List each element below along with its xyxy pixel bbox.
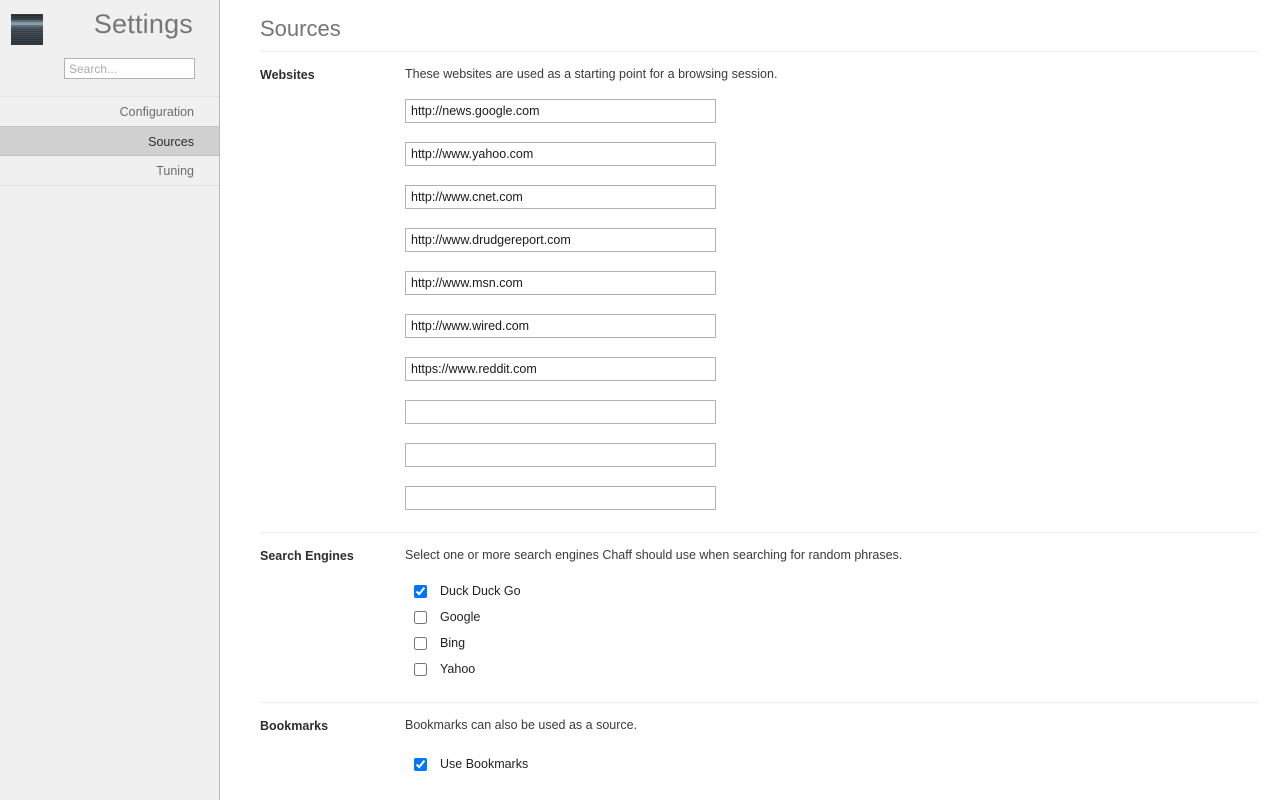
website-url-input-2[interactable]: [405, 142, 716, 166]
search-engine-checkbox-duckduckgo[interactable]: [414, 584, 427, 598]
sidebar-item-tuning[interactable]: Tuning: [0, 156, 219, 186]
bookmark-option-use-bookmarks[interactable]: Use Bookmarks: [405, 751, 1258, 777]
section-label-search-engines: Search Engines: [260, 549, 354, 563]
search-engine-option-google[interactable]: Google: [405, 604, 1258, 630]
app-thumbnail-icon: [11, 14, 43, 45]
sidebar: Settings Configuration Sources Tuning: [0, 0, 220, 800]
section-body-search-engines: Select one or more search engines Chaff …: [405, 544, 1258, 682]
sidebar-item-configuration[interactable]: Configuration: [0, 97, 219, 127]
sidebar-header: Settings: [0, 0, 219, 50]
search-engine-checkbox-yahoo[interactable]: [414, 662, 427, 676]
sidebar-item-label: Configuration: [119, 105, 194, 119]
search-input[interactable]: [64, 58, 195, 79]
website-url-input-7[interactable]: [405, 357, 716, 381]
sidebar-item-sources[interactable]: Sources: [0, 126, 219, 156]
bookmark-option-list: Use Bookmarks: [405, 751, 1258, 777]
website-url-input-10[interactable]: [405, 486, 716, 510]
sidebar-item-label: Sources: [148, 135, 194, 149]
section-websites: Websites These websites are used as a st…: [260, 51, 1258, 532]
section-body-websites: These websites are used as a starting po…: [405, 63, 1258, 510]
sidebar-search-container: [0, 58, 219, 79]
section-label-websites: Websites: [260, 68, 315, 82]
section-label-bookmarks: Bookmarks: [260, 719, 329, 733]
settings-title: Settings: [93, 9, 193, 39]
search-engine-option-list: Duck Duck Go Google Bing Yahoo: [405, 578, 1258, 682]
website-url-input-5[interactable]: [405, 271, 716, 295]
website-url-input-3[interactable]: [405, 185, 716, 209]
search-engine-option-bing[interactable]: Bing: [405, 630, 1258, 656]
website-url-input-6[interactable]: [405, 314, 716, 338]
website-url-input-4[interactable]: [405, 228, 716, 252]
search-engine-label-bing: Bing: [440, 636, 466, 650]
search-engine-checkbox-bing[interactable]: [414, 636, 427, 650]
search-engine-option-duckduckgo[interactable]: Duck Duck Go: [405, 578, 1258, 604]
search-engine-label-google: Google: [440, 610, 481, 624]
settings-window: Settings Configuration Sources Tuning So…: [0, 0, 1280, 800]
website-url-input-9[interactable]: [405, 443, 716, 467]
search-engine-option-yahoo[interactable]: Yahoo: [405, 656, 1258, 682]
section-bookmarks: Bookmarks Bookmarks can also be used as …: [260, 702, 1258, 787]
bookmark-checkbox-use-bookmarks[interactable]: [414, 757, 427, 771]
sidebar-item-label: Tuning: [156, 164, 194, 178]
section-description-bookmarks: Bookmarks can also be used as a source.: [405, 718, 638, 732]
sidebar-nav: Configuration Sources Tuning: [0, 96, 219, 186]
search-engine-checkbox-google[interactable]: [414, 610, 427, 624]
section-body-bookmarks: Bookmarks can also be used as a source. …: [405, 714, 1258, 777]
section-search-engines: Search Engines Select one or more search…: [260, 532, 1258, 702]
website-url-input-1[interactable]: [405, 99, 716, 123]
section-description-websites: These websites are used as a starting po…: [405, 67, 778, 81]
website-input-list: [405, 99, 1258, 510]
bookmark-label-use-bookmarks: Use Bookmarks: [440, 757, 529, 771]
website-url-input-8[interactable]: [405, 400, 716, 424]
page-title: Sources: [260, 16, 341, 41]
search-engine-label-yahoo: Yahoo: [440, 662, 476, 676]
search-engine-label-duckduckgo: Duck Duck Go: [440, 584, 521, 598]
section-description-search-engines: Select one or more search engines Chaff …: [405, 548, 903, 562]
main-content: Sources Websites These websites are used…: [220, 0, 1280, 800]
